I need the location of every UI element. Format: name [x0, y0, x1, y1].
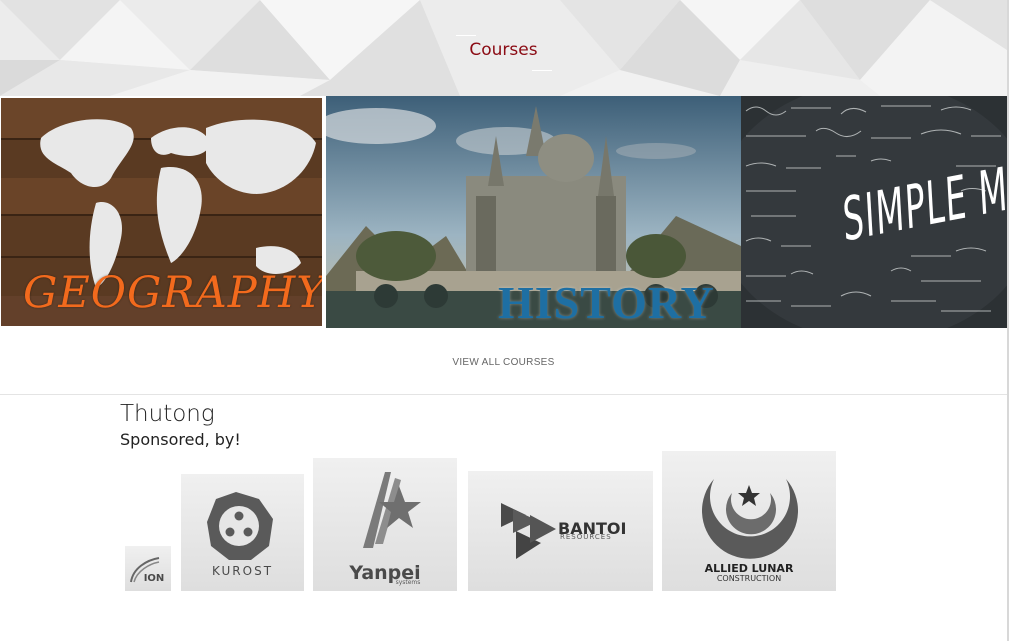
course-label-history: HISTORY [498, 277, 715, 328]
view-all-courses-link[interactable]: VIEW ALL COURSES [0, 357, 1007, 368]
site-name: Thutong [120, 401, 215, 427]
sponsor-allied-lunar[interactable]: ALLIED LUNAR CONSTRUCTION [662, 451, 836, 591]
sponsor-name: KUROST [211, 564, 274, 578]
sponsor-tagline: RESOURCES [560, 533, 612, 541]
title-rule-top [456, 35, 476, 36]
sponsor-bantoi[interactable]: BANTOI RESOURCES [468, 471, 653, 591]
section-divider [0, 394, 1007, 395]
courses-header: Courses [0, 0, 1007, 96]
sponsor-yanpei[interactable]: Yanpei systems [313, 458, 457, 591]
course-label-geography: GEOGRAPHY [23, 268, 322, 318]
sponsored-by-label: Sponsored, by! [120, 430, 241, 449]
sponsor-tagline: systems [395, 579, 421, 586]
sponsor-ion[interactable]: ION [125, 546, 171, 591]
section-title: Courses [469, 40, 538, 60]
sponsor-kurost[interactable]: KUROST [181, 474, 304, 591]
sponsor-tagline: CONSTRUCTION [716, 574, 782, 583]
course-tile-history[interactable]: HISTORY [326, 96, 741, 328]
ion-logo-icon [130, 557, 160, 583]
course-tile-math[interactable]: SIMPLE MA [741, 96, 1009, 328]
course-tile-geography[interactable]: GEOGRAPHY [1, 98, 322, 326]
sponsor-name: ION [143, 573, 165, 584]
title-rule-bottom [532, 70, 552, 71]
